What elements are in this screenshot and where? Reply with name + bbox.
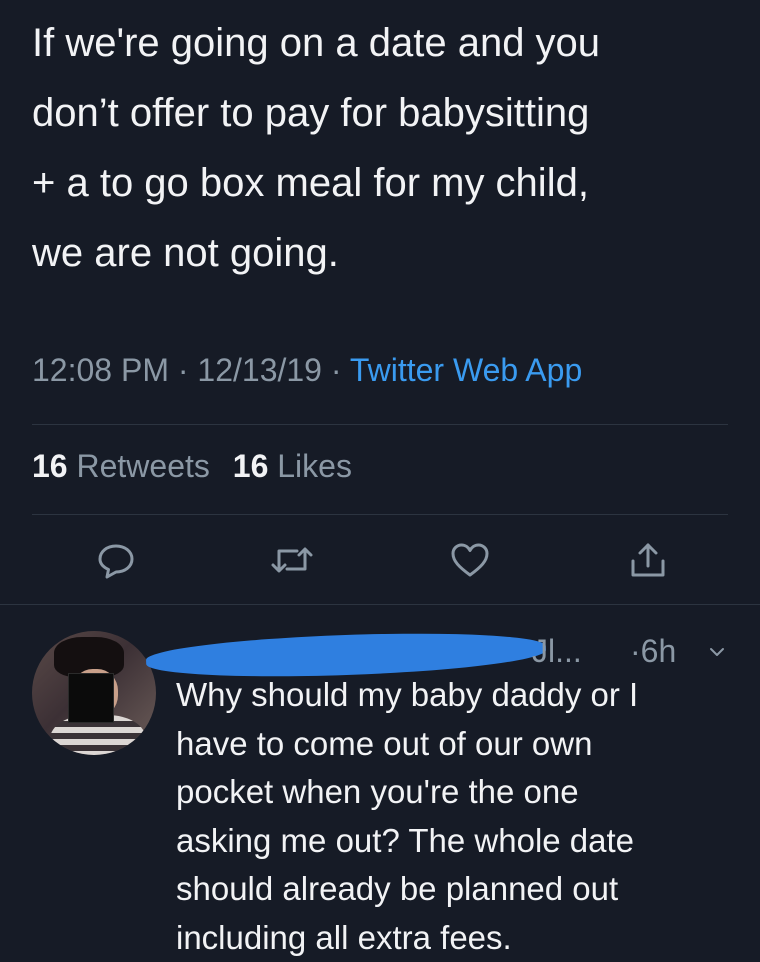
reply-icon — [98, 544, 134, 579]
retweet-button[interactable] — [268, 538, 316, 582]
censor-box — [68, 673, 114, 723]
reply-tweet[interactable]: Jl... ·6h Why should my baby daddy or I … — [0, 605, 760, 956]
share-button[interactable] — [624, 538, 672, 582]
likes-count: 16 — [232, 448, 269, 484]
heart-icon — [451, 543, 489, 577]
tweet-time[interactable]: 12:08 PM — [32, 352, 169, 388]
retweets-label: Retweets — [76, 448, 210, 484]
retweet-icon — [271, 547, 313, 573]
tweet-actions — [92, 538, 680, 582]
tweet-date[interactable]: 12/13/19 — [197, 352, 322, 388]
chevron-down-icon[interactable] — [708, 643, 726, 661]
avatar[interactable] — [32, 631, 156, 755]
likes-stat[interactable]: 16 Likes — [233, 448, 352, 484]
reply-handle[interactable]: Jl... — [532, 633, 582, 670]
retweets-count: 16 — [32, 448, 68, 484]
tweet-source-link[interactable]: Twitter Web App — [350, 352, 582, 388]
tweet-text: If we're going on a date and you don’t o… — [32, 21, 601, 275]
reply-time[interactable]: ·6h — [630, 633, 676, 670]
divider — [32, 424, 728, 425]
reply-button[interactable] — [92, 538, 140, 582]
tweet-meta: 12:08 PM · 12/13/19 · Twitter Web App — [32, 352, 582, 389]
retweets-stat[interactable]: 16 Retweets — [32, 448, 210, 484]
reply-text: Why should my baby daddy or I have to co… — [176, 676, 639, 956]
divider — [32, 514, 728, 515]
like-button[interactable] — [446, 538, 494, 582]
share-icon — [631, 543, 665, 577]
meta-separator: · — [330, 352, 350, 388]
meta-separator: · — [177, 352, 198, 388]
reply-time-value: 6h — [640, 633, 677, 669]
likes-label: Likes — [277, 448, 352, 484]
tweet-stats: 16 Retweets 16 Likes — [32, 448, 352, 485]
